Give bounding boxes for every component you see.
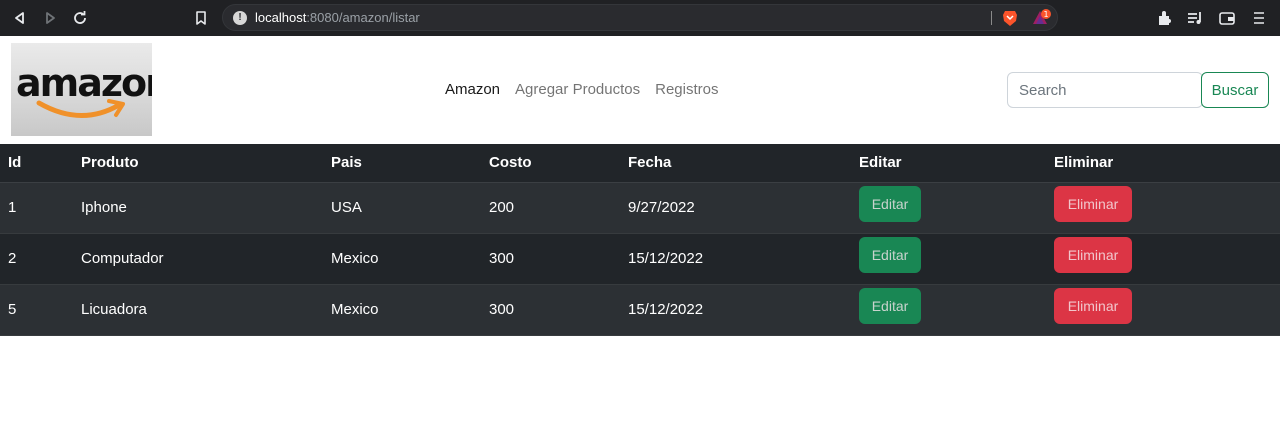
cell-costo: 200 (481, 182, 620, 234)
site-info-icon[interactable]: ! (233, 11, 247, 25)
brave-rewards-icon[interactable]: 1 (1031, 9, 1053, 27)
logo-smile-arrow (36, 99, 125, 118)
nav-links: Amazon Agregar Productos Registros (445, 81, 718, 98)
header-id: Id (0, 144, 73, 183)
table-header-row: Id Produto Pais Costo Fecha Editar Elimi… (0, 144, 1280, 183)
back-icon[interactable] (10, 8, 30, 28)
cell-editar: Editar (851, 182, 1046, 234)
edit-button[interactable]: Editar (859, 236, 921, 273)
header-costo: Costo (481, 144, 620, 183)
cell-eliminar: Eliminar (1046, 233, 1280, 285)
table-row: 1 Iphone USA 200 9/27/2022 Editar Elimin… (0, 182, 1280, 234)
cell-fecha: 15/12/2022 (620, 284, 851, 336)
header-editar: Editar (851, 144, 1046, 183)
cell-eliminar: Eliminar (1046, 182, 1280, 234)
products-table: Id Produto Pais Costo Fecha Editar Elimi… (0, 144, 1280, 336)
address-bar[interactable]: ! localhost:8080/amazon/listar 1 (222, 4, 1058, 31)
rewards-badge: 1 (1043, 10, 1048, 19)
cell-editar: Editar (851, 233, 1046, 285)
delete-button[interactable]: Eliminar (1054, 287, 1132, 324)
header-produto: Produto (73, 144, 323, 183)
header-eliminar: Eliminar (1046, 144, 1280, 183)
cell-produto: Computador (73, 233, 323, 285)
table-row: 5 Licuadora Mexico 300 15/12/2022 Editar… (0, 284, 1280, 336)
cell-pais: USA (323, 182, 481, 234)
forward-icon[interactable] (40, 8, 60, 28)
buscar-button[interactable]: Buscar (1201, 72, 1269, 108)
extensions-icon[interactable] (1156, 9, 1174, 27)
cell-fecha: 15/12/2022 (620, 233, 851, 285)
header-fecha: Fecha (620, 144, 851, 183)
cell-eliminar: Eliminar (1046, 284, 1280, 336)
nav-link-amazon[interactable]: Amazon (445, 81, 500, 98)
delete-button[interactable]: Eliminar (1054, 236, 1132, 273)
amazon-logo[interactable]: amazon (11, 43, 152, 136)
table-row: 2 Computador Mexico 300 15/12/2022 Edita… (0, 233, 1280, 285)
bookmark-icon[interactable] (191, 8, 211, 28)
url-host: localhost (255, 10, 307, 25)
cell-pais: Mexico (323, 233, 481, 285)
menu-icon[interactable] (1250, 9, 1268, 27)
header-pais: Pais (323, 144, 481, 183)
site-navbar: amazon Amazon Agregar Productos Registro… (0, 36, 1280, 144)
cell-fecha: 9/27/2022 (620, 182, 851, 234)
edit-button[interactable]: Editar (859, 287, 921, 324)
cell-produto: Licuadora (73, 284, 323, 336)
playlist-icon[interactable] (1186, 9, 1204, 27)
nav-link-registros[interactable]: Registros (655, 81, 718, 98)
search-input[interactable] (1007, 72, 1203, 108)
cell-produto: Iphone (73, 182, 323, 234)
nav-link-agregar-productos[interactable]: Agregar Productos (515, 81, 640, 98)
reload-icon[interactable] (70, 8, 90, 28)
browser-toolbar: ! localhost:8080/amazon/listar 1 (0, 0, 1280, 36)
wallet-icon[interactable] (1218, 9, 1236, 27)
cell-pais: Mexico (323, 284, 481, 336)
cell-editar: Editar (851, 284, 1046, 336)
brave-shields-icon[interactable] (1001, 9, 1019, 27)
cell-id: 2 (0, 233, 73, 285)
cell-costo: 300 (481, 233, 620, 285)
edit-button[interactable]: Editar (859, 185, 921, 222)
cell-id: 1 (0, 182, 73, 234)
delete-button[interactable]: Eliminar (1054, 185, 1132, 222)
url-path: :8080/amazon/listar (306, 10, 420, 25)
url-text[interactable]: localhost:8080/amazon/listar (255, 10, 420, 25)
cell-id: 5 (0, 284, 73, 336)
cell-costo: 300 (481, 284, 620, 336)
address-divider (991, 11, 992, 25)
